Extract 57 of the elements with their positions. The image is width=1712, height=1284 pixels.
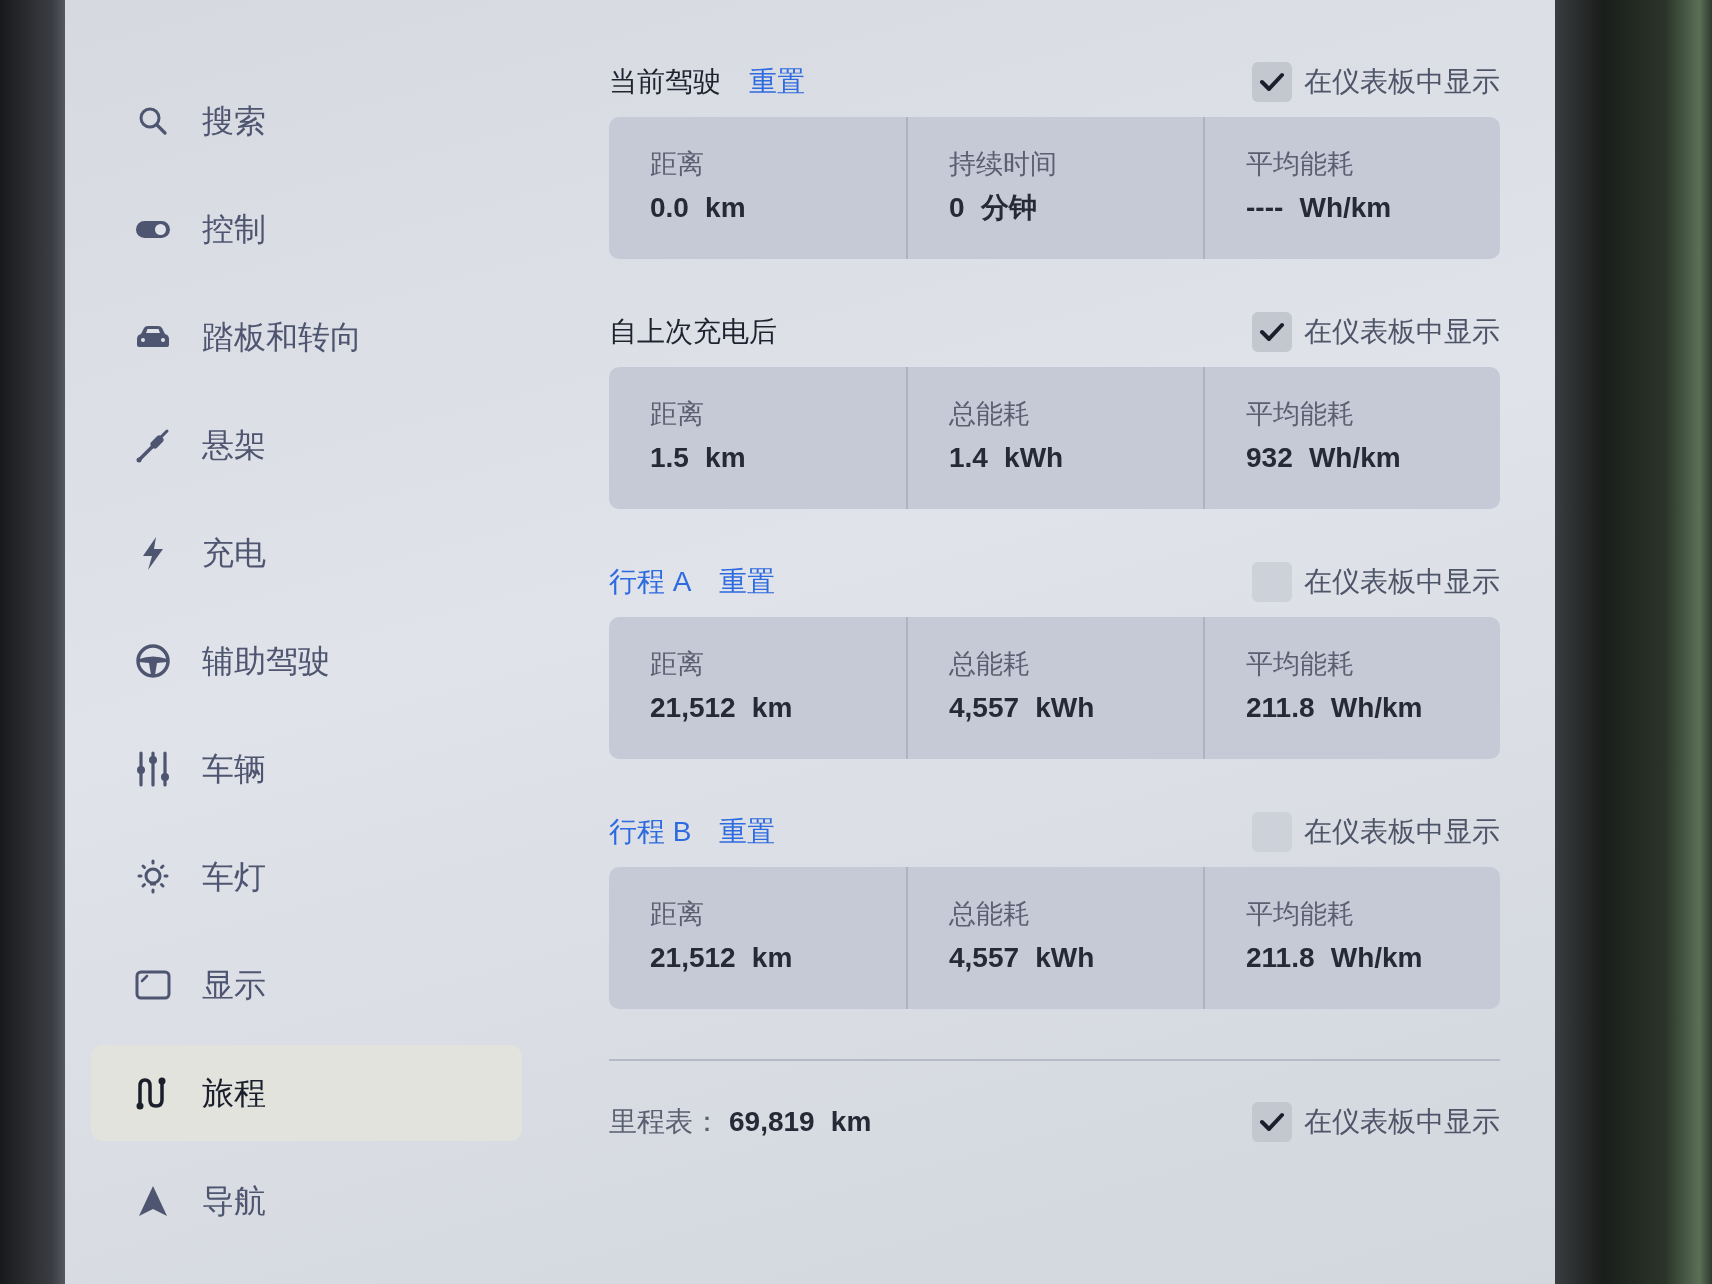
checkbox-label: 在仪表板中显示	[1304, 565, 1500, 599]
stat-label: 距离	[650, 148, 705, 181]
sidebar-item[interactable]: 搜索	[91, 73, 522, 169]
stat-value: 211.8 Wh/km	[1246, 691, 1424, 726]
stat-value: ---- Wh/km	[1246, 191, 1393, 226]
section-title[interactable]: 行程 A	[609, 565, 692, 599]
stat-label: 总能耗	[949, 648, 1031, 681]
stat-label: 平均能耗	[1246, 648, 1355, 681]
stat-label: 持续时间	[949, 148, 1058, 181]
sidebar-item[interactable]: 车辆	[91, 721, 522, 817]
sidebar-item[interactable]: 辅助驾驶	[91, 613, 522, 709]
reset-button[interactable]: 重置	[719, 815, 776, 849]
stat-label: 总能耗	[949, 398, 1031, 431]
checkbox[interactable]	[1252, 312, 1292, 352]
stat-label: 总能耗	[949, 898, 1031, 931]
stat-value: 4,557 kWh	[949, 691, 1096, 726]
sidebar-item[interactable]: 旅程	[91, 1045, 522, 1141]
checkmark-icon	[1259, 1111, 1285, 1133]
stat-value: 4,557 kWh	[949, 941, 1096, 976]
sidebar-item[interactable]: 车灯	[91, 829, 522, 925]
sidebar-item[interactable]: 悬架	[91, 397, 522, 493]
odometer-label: 里程表：	[609, 1105, 721, 1139]
stat-label: 距离	[650, 398, 705, 431]
section-title[interactable]: 行程 B	[609, 815, 692, 849]
checkbox-label: 在仪表板中显示	[1304, 65, 1500, 99]
stat-label: 距离	[650, 648, 705, 681]
checkbox-label: 在仪表板中显示	[1304, 815, 1500, 849]
reset-button[interactable]: 重置	[719, 565, 776, 599]
odometer-value: 69,819 km	[729, 1105, 872, 1139]
stat-value: 211.8 Wh/km	[1246, 941, 1424, 976]
steering-wheel-icon	[134, 642, 172, 680]
sliders-icon	[134, 750, 172, 788]
section-title: 当前驾驶	[609, 65, 721, 99]
sidebar-item[interactable]: 充电	[91, 505, 522, 601]
stat-label: 平均能耗	[1246, 148, 1355, 181]
checkbox-label: 在仪表板中显示	[1304, 315, 1500, 349]
stat-value: 0 分钟	[949, 191, 1038, 226]
sidebar-item[interactable]: 显示	[91, 937, 522, 1033]
checkmark-icon	[1259, 321, 1285, 343]
stat-value: 21,512 km	[650, 941, 794, 976]
stat-label: 平均能耗	[1246, 398, 1355, 431]
stat-value: 1.4 kWh	[949, 441, 1065, 476]
stat-label: 平均能耗	[1246, 898, 1355, 931]
sidebar-item[interactable]: 导航	[91, 1153, 522, 1249]
section-title: 自上次充电后	[609, 315, 777, 349]
stat-value: 0.0 km	[650, 191, 747, 226]
stat-label: 距离	[650, 898, 705, 931]
checkbox[interactable]	[1252, 1102, 1292, 1142]
checkbox[interactable]	[1252, 62, 1292, 102]
reset-button[interactable]: 重置	[749, 65, 805, 99]
sidebar-item[interactable]: 控制	[91, 181, 522, 277]
checkbox-label: 在仪表板中显示	[1304, 1105, 1500, 1139]
sidebar-item[interactable]: 踏板和转向	[91, 289, 522, 385]
stat-value: 1.5 km	[650, 441, 747, 476]
stat-value: 932 Wh/km	[1246, 441, 1402, 476]
checkmark-icon	[1259, 71, 1285, 93]
stat-value: 21,512 km	[650, 691, 794, 726]
